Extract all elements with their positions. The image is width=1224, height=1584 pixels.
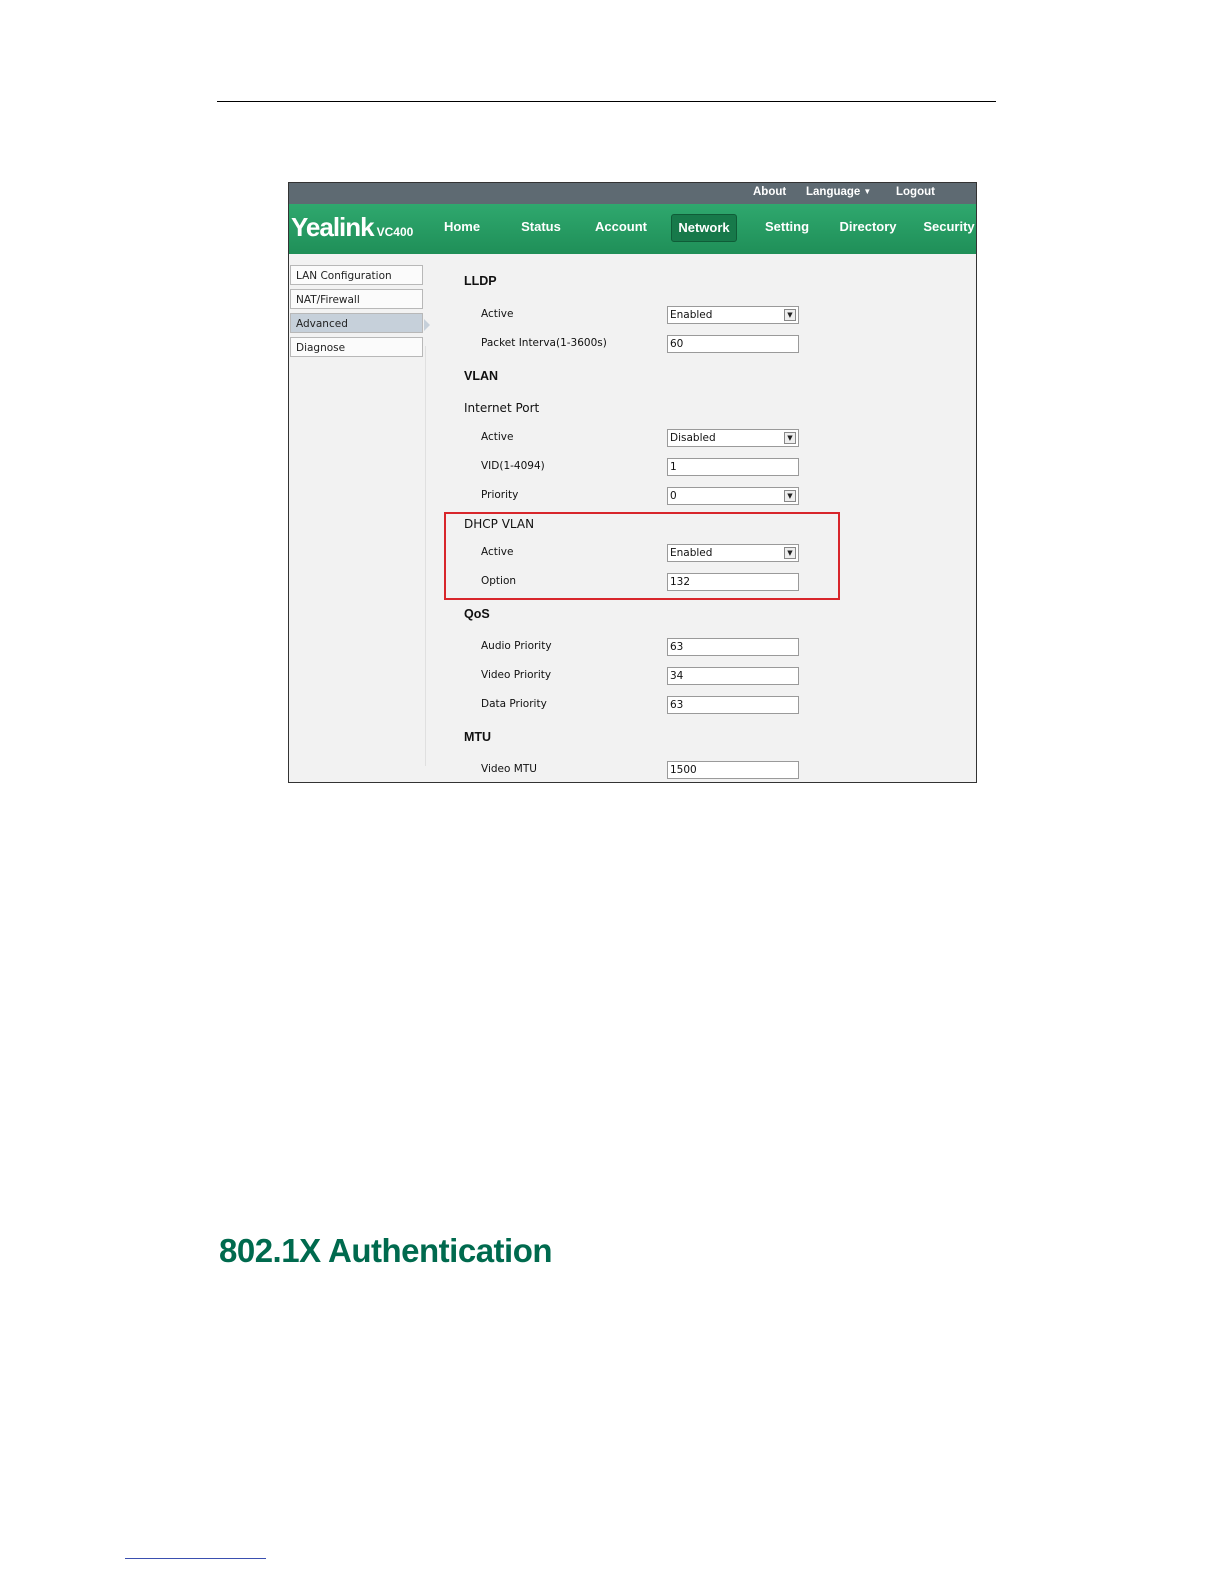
lldp-interval-label: Packet Interva(1-3600s) [481, 337, 607, 349]
language-label: Language [806, 186, 861, 198]
video-priority-label: Video Priority [481, 669, 552, 681]
top-utility-bar: About Language ▼ Logout [289, 183, 976, 204]
data-priority-label: Data Priority [481, 698, 547, 710]
tab-home[interactable]: Home [437, 214, 487, 240]
tab-directory[interactable]: Directory [837, 214, 899, 240]
active-indicator-arrow-icon [424, 319, 430, 331]
dropdown-arrow-icon: ▼ [784, 490, 796, 502]
sidebar-item-nat-firewall[interactable]: NAT/Firewall [290, 289, 423, 309]
internet-port-heading: Internet Port [464, 401, 540, 415]
lldp-active-label: Active [481, 308, 514, 320]
brand-name: Yealink [291, 212, 375, 242]
qos-heading: QoS [464, 607, 490, 621]
sidebar-item-advanced[interactable]: Advanced [290, 313, 423, 333]
internet-port-active-label: Active [481, 431, 514, 443]
priority-select[interactable]: 0 ▼ [667, 487, 799, 505]
tab-account[interactable]: Account [592, 214, 650, 240]
lldp-heading: LLDP [464, 274, 497, 288]
sidebar-item-diagnose[interactable]: Diagnose [290, 337, 423, 357]
header-rule [217, 101, 996, 102]
internet-port-active-value: Disabled [670, 432, 716, 444]
vid-label: VID(1-4094) [481, 460, 545, 472]
tab-status[interactable]: Status [517, 214, 565, 240]
sidebar-divider [425, 346, 426, 766]
vlan-heading: VLAN [464, 369, 499, 383]
internet-port-active-select[interactable]: Disabled ▼ [667, 429, 799, 447]
logout-link[interactable]: Logout [896, 186, 935, 198]
video-mtu-label: Video MTU [481, 763, 537, 775]
priority-value: 0 [670, 490, 677, 502]
video-priority-input[interactable]: 34 [667, 667, 799, 685]
dropdown-arrow-icon: ▼ [784, 432, 796, 444]
language-menu[interactable]: Language ▼ [806, 186, 871, 198]
video-mtu-input[interactable]: 1500 [667, 761, 799, 779]
footnote-rule [125, 1558, 266, 1559]
tab-security[interactable]: Security [921, 214, 976, 240]
lldp-active-select[interactable]: Enabled ▼ [667, 306, 799, 324]
lldp-active-value: Enabled [670, 309, 713, 321]
vid-input[interactable]: 1 [667, 458, 799, 476]
web-ui-screenshot: About Language ▼ Logout Yealink VC400 Home… [288, 182, 977, 783]
mtu-heading: MTU [464, 730, 492, 744]
audio-priority-input[interactable]: 63 [667, 638, 799, 656]
main-nav: Yealink VC400 Home Status Account Network… [289, 204, 976, 254]
dropdown-arrow-icon: ▼ [784, 309, 796, 321]
chevron-down-icon: ▼ [863, 187, 872, 196]
audio-priority-label: Audio Priority [481, 640, 552, 652]
sidebar-item-lan-configuration[interactable]: LAN Configuration [290, 265, 423, 285]
brand-logo: Yealink VC400 [291, 212, 413, 243]
tab-setting[interactable]: Setting [761, 214, 813, 240]
data-priority-input[interactable]: 63 [667, 696, 799, 714]
sidebar: LAN Configuration NAT/Firewall Advanced … [289, 254, 430, 782]
tab-network[interactable]: Network [671, 214, 737, 242]
section-heading: 802.1X Authentication [219, 1232, 553, 1269]
priority-label: Priority [481, 489, 519, 501]
about-link[interactable]: About [753, 186, 786, 198]
lldp-interval-input[interactable]: 60 [667, 335, 799, 353]
dhcp-vlan-highlight-box [444, 512, 840, 600]
brand-model: VC400 [376, 225, 414, 239]
